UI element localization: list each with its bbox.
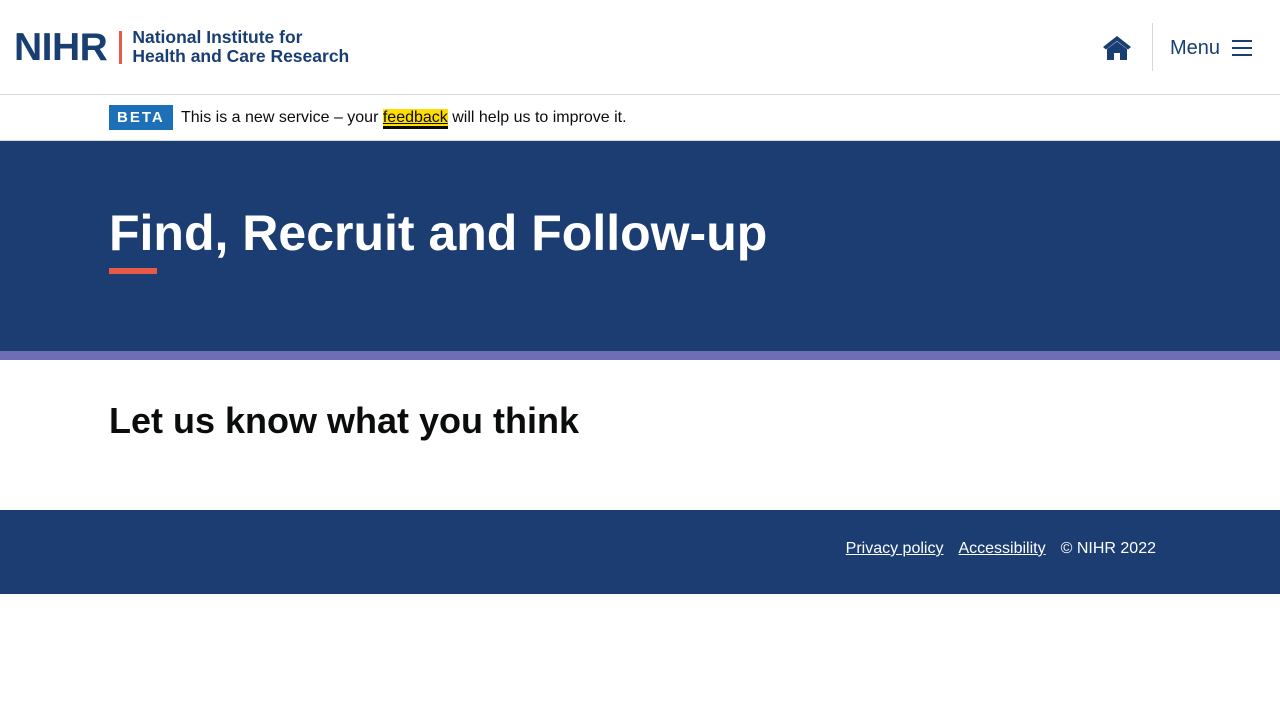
home-icon xyxy=(1103,36,1131,60)
menu-label: Menu xyxy=(1170,36,1221,59)
logo-line-2: Health and Care Research xyxy=(132,46,350,66)
nihr-logo[interactable]: NIHR National Institute for Health and C… xyxy=(14,25,349,69)
beta-text-before: This is a new service – your xyxy=(181,109,383,126)
accessibility-link[interactable]: Accessibility xyxy=(958,540,1045,558)
site-header: NIHR National Institute for Health and C… xyxy=(0,0,1280,95)
beta-banner: BETA This is a new service – your feedba… xyxy=(0,95,1280,141)
beta-message: This is a new service – your feedback wi… xyxy=(181,108,627,128)
page-title: Find, Recruit and Follow-up xyxy=(109,205,768,261)
beta-tag: BETA xyxy=(109,105,173,130)
hero-stripe xyxy=(0,351,1280,360)
title-underline xyxy=(109,268,157,274)
home-button[interactable] xyxy=(1099,30,1135,66)
beta-text-after: will help us to improve it. xyxy=(447,109,627,126)
hamburger-icon xyxy=(1232,40,1253,56)
site-footer: Privacy policy Accessibility © NIHR 2022 xyxy=(0,510,1280,594)
section-heading: Let us know what you think xyxy=(109,400,580,441)
logo-mark: NIHR xyxy=(14,25,108,69)
logo-line-1: National Institute for xyxy=(132,27,303,47)
copyright: © NIHR 2022 xyxy=(1060,540,1156,557)
menu-button[interactable]: Menu xyxy=(1170,33,1253,63)
privacy-policy-link[interactable]: Privacy policy xyxy=(846,540,944,558)
header-divider xyxy=(1152,23,1153,71)
logo-text: National Institute for Health and Care R… xyxy=(132,28,349,66)
feedback-link[interactable]: feedback xyxy=(382,109,448,126)
footer-links: Privacy policy Accessibility © NIHR 2022 xyxy=(846,540,1156,558)
logo-divider xyxy=(119,30,123,64)
hero-banner: Find, Recruit and Follow-up xyxy=(0,141,1280,351)
